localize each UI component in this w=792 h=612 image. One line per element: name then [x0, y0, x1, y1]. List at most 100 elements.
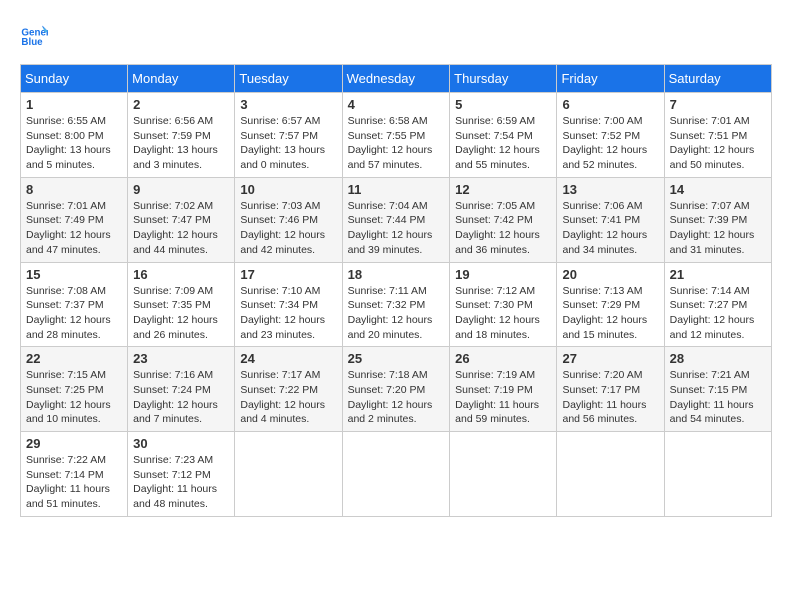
day-number: 29 — [26, 436, 122, 451]
day-number: 17 — [240, 267, 336, 282]
day-info: Sunrise: 7:08 AMSunset: 7:37 PMDaylight:… — [26, 284, 122, 343]
calendar-cell — [557, 432, 664, 517]
day-info: Sunrise: 7:14 AMSunset: 7:27 PMDaylight:… — [670, 284, 766, 343]
calendar-cell: 13 Sunrise: 7:06 AMSunset: 7:41 PMDayligh… — [557, 177, 664, 262]
header-monday: Monday — [128, 65, 235, 93]
calendar-cell: 30Sunrise: 7:23 AMSunset: 7:12 PMDayligh… — [128, 432, 235, 517]
day-number: 24 — [240, 351, 336, 366]
calendar-cell: 20Sunrise: 7:13 AMSunset: 7:29 PMDayligh… — [557, 262, 664, 347]
day-number: 10 — [240, 182, 336, 197]
day-number: 12 — [455, 182, 551, 197]
day-number: 28 — [670, 351, 766, 366]
day-number: 16 — [133, 267, 229, 282]
day-info: Sunrise: 6:59 AMSunset: 7:54 PMDaylight:… — [455, 114, 551, 173]
calendar-cell — [235, 432, 342, 517]
day-number: 2 — [133, 97, 229, 112]
day-info: Sunrise: 7:18 AMSunset: 7:20 PMDaylight:… — [348, 368, 445, 427]
calendar-cell: 4 Sunrise: 6:58 AMSunset: 7:55 PMDaylight… — [342, 93, 450, 178]
day-info: Sunrise: 6:57 AMSunset: 7:57 PMDaylight:… — [240, 114, 336, 173]
calendar-cell: 23Sunrise: 7:16 AMSunset: 7:24 PMDayligh… — [128, 347, 235, 432]
calendar-cell: 21 Sunrise: 7:14 AMSunset: 7:27 PMDayligh… — [664, 262, 771, 347]
calendar-week-1: 1 Sunrise: 6:55 AMSunset: 8:00 PMDaylight… — [21, 93, 772, 178]
header-thursday: Thursday — [450, 65, 557, 93]
header-tuesday: Tuesday — [235, 65, 342, 93]
calendar-cell — [450, 432, 557, 517]
calendar-week-4: 22Sunrise: 7:15 AMSunset: 7:25 PMDayligh… — [21, 347, 772, 432]
day-number: 27 — [562, 351, 658, 366]
day-info: Sunrise: 7:01 AMSunset: 7:51 PMDaylight:… — [670, 114, 766, 173]
calendar-cell: 7 Sunrise: 7:01 AMSunset: 7:51 PMDaylight… — [664, 93, 771, 178]
page-header: General Blue — [20, 20, 772, 48]
calendar-cell: 22Sunrise: 7:15 AMSunset: 7:25 PMDayligh… — [21, 347, 128, 432]
day-number: 25 — [348, 351, 445, 366]
day-number: 26 — [455, 351, 551, 366]
day-info: Sunrise: 7:10 AMSunset: 7:34 PMDaylight:… — [240, 284, 336, 343]
calendar-cell: 10 Sunrise: 7:03 AMSunset: 7:46 PMDayligh… — [235, 177, 342, 262]
svg-text:Blue: Blue — [21, 37, 43, 48]
calendar-cell: 15 Sunrise: 7:08 AMSunset: 7:37 PMDayligh… — [21, 262, 128, 347]
calendar-cell: 1 Sunrise: 6:55 AMSunset: 8:00 PMDaylight… — [21, 93, 128, 178]
calendar-cell: 16 Sunrise: 7:09 AMSunset: 7:35 PMDayligh… — [128, 262, 235, 347]
day-number: 18 — [348, 267, 445, 282]
calendar-week-5: 29 Sunrise: 7:22 AMSunset: 7:14 PMDayligh… — [21, 432, 772, 517]
day-number: 30 — [133, 436, 229, 451]
day-info: Sunrise: 6:55 AMSunset: 8:00 PMDaylight:… — [26, 114, 122, 173]
day-number: 11 — [348, 182, 445, 197]
calendar-cell: 25 Sunrise: 7:18 AMSunset: 7:20 PMDayligh… — [342, 347, 450, 432]
day-number: 19 — [455, 267, 551, 282]
calendar-cell: 11 Sunrise: 7:04 AMSunset: 7:44 PMDayligh… — [342, 177, 450, 262]
calendar-cell: 9Sunrise: 7:02 AMSunset: 7:47 PMDaylight… — [128, 177, 235, 262]
calendar-cell: 26Sunrise: 7:19 AMSunset: 7:19 PMDayligh… — [450, 347, 557, 432]
calendar-week-3: 15 Sunrise: 7:08 AMSunset: 7:37 PMDayligh… — [21, 262, 772, 347]
day-info: Sunrise: 7:04 AMSunset: 7:44 PMDaylight:… — [348, 199, 445, 258]
day-number: 1 — [26, 97, 122, 112]
calendar-cell: 2Sunrise: 6:56 AMSunset: 7:59 PMDaylight… — [128, 93, 235, 178]
day-number: 14 — [670, 182, 766, 197]
calendar-cell: 24 Sunrise: 7:17 AMSunset: 7:22 PMDayligh… — [235, 347, 342, 432]
calendar-cell: 17 Sunrise: 7:10 AMSunset: 7:34 PMDayligh… — [235, 262, 342, 347]
logo-icon: General Blue — [20, 20, 48, 48]
day-number: 15 — [26, 267, 122, 282]
day-info: Sunrise: 7:09 AMSunset: 7:35 PMDaylight:… — [133, 284, 229, 343]
day-number: 8 — [26, 182, 122, 197]
day-info: Sunrise: 7:03 AMSunset: 7:46 PMDaylight:… — [240, 199, 336, 258]
day-info: Sunrise: 7:22 AMSunset: 7:14 PMDaylight:… — [26, 453, 122, 512]
day-info: Sunrise: 7:07 AMSunset: 7:39 PMDaylight:… — [670, 199, 766, 258]
day-info: Sunrise: 7:11 AMSunset: 7:32 PMDaylight:… — [348, 284, 445, 343]
calendar-cell: 12 Sunrise: 7:05 AMSunset: 7:42 PMDayligh… — [450, 177, 557, 262]
calendar-cell: 5 Sunrise: 6:59 AMSunset: 7:54 PMDaylight… — [450, 93, 557, 178]
day-number: 21 — [670, 267, 766, 282]
calendar-cell: 6Sunrise: 7:00 AMSunset: 7:52 PMDaylight… — [557, 93, 664, 178]
day-info: Sunrise: 7:21 AMSunset: 7:15 PMDaylight:… — [670, 368, 766, 427]
day-info: Sunrise: 7:01 AMSunset: 7:49 PMDaylight:… — [26, 199, 122, 258]
calendar-table: SundayMondayTuesdayWednesdayThursdayFrid… — [20, 64, 772, 517]
calendar-cell — [342, 432, 450, 517]
day-info: Sunrise: 7:12 AMSunset: 7:30 PMDaylight:… — [455, 284, 551, 343]
header-sunday: Sunday — [21, 65, 128, 93]
day-number: 7 — [670, 97, 766, 112]
day-number: 6 — [562, 97, 658, 112]
day-info: Sunrise: 7:06 AMSunset: 7:41 PMDaylight:… — [562, 199, 658, 258]
day-number: 4 — [348, 97, 445, 112]
header-wednesday: Wednesday — [342, 65, 450, 93]
calendar-cell: 28 Sunrise: 7:21 AMSunset: 7:15 PMDayligh… — [664, 347, 771, 432]
calendar-cell: 19 Sunrise: 7:12 AMSunset: 7:30 PMDayligh… — [450, 262, 557, 347]
calendar-cell: 14 Sunrise: 7:07 AMSunset: 7:39 PMDayligh… — [664, 177, 771, 262]
header-friday: Friday — [557, 65, 664, 93]
day-info: Sunrise: 7:05 AMSunset: 7:42 PMDaylight:… — [455, 199, 551, 258]
day-number: 5 — [455, 97, 551, 112]
day-info: Sunrise: 7:15 AMSunset: 7:25 PMDaylight:… — [26, 368, 122, 427]
logo: General Blue — [20, 20, 52, 48]
calendar-cell: 18 Sunrise: 7:11 AMSunset: 7:32 PMDayligh… — [342, 262, 450, 347]
day-info: Sunrise: 7:17 AMSunset: 7:22 PMDaylight:… — [240, 368, 336, 427]
header-saturday: Saturday — [664, 65, 771, 93]
calendar-cell: 3 Sunrise: 6:57 AMSunset: 7:57 PMDaylight… — [235, 93, 342, 178]
day-number: 20 — [562, 267, 658, 282]
day-info: Sunrise: 6:58 AMSunset: 7:55 PMDaylight:… — [348, 114, 445, 173]
calendar-header-row: SundayMondayTuesdayWednesdayThursdayFrid… — [21, 65, 772, 93]
calendar-cell: 8 Sunrise: 7:01 AMSunset: 7:49 PMDaylight… — [21, 177, 128, 262]
day-number: 3 — [240, 97, 336, 112]
calendar-cell: 29 Sunrise: 7:22 AMSunset: 7:14 PMDayligh… — [21, 432, 128, 517]
day-info: Sunrise: 7:02 AMSunset: 7:47 PMDaylight:… — [133, 199, 229, 258]
day-number: 13 — [562, 182, 658, 197]
